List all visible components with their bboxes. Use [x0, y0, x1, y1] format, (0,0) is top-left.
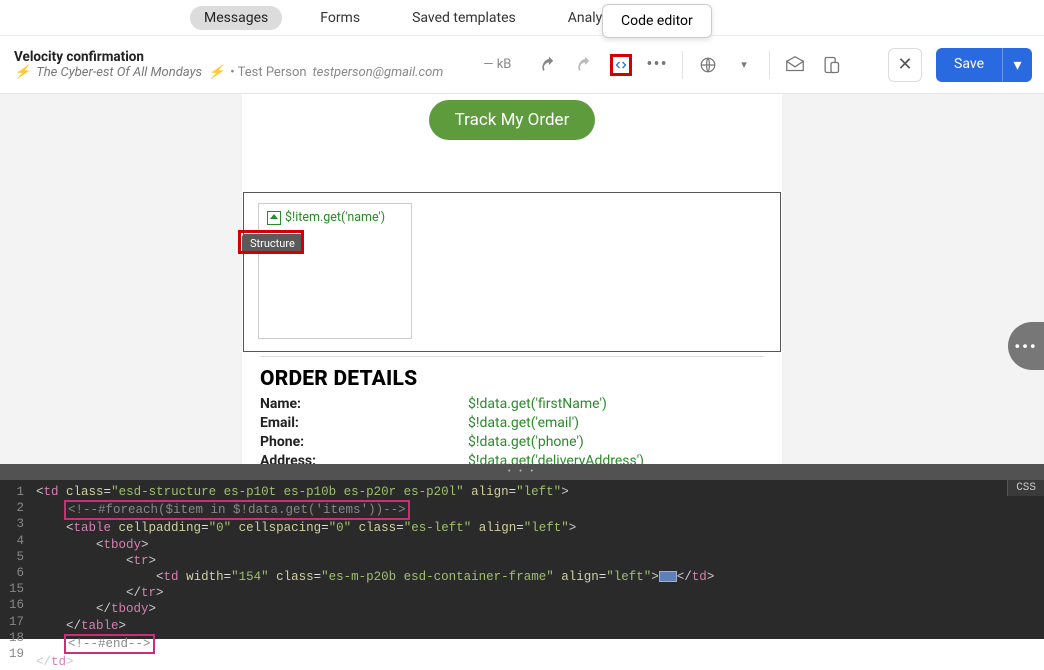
- tab-saved-templates[interactable]: Saved templates: [398, 6, 530, 30]
- language-caret[interactable]: ▾: [733, 54, 755, 76]
- message-title: Velocity confirmation: [14, 49, 443, 65]
- language-button[interactable]: [697, 54, 719, 76]
- code-editor[interactable]: CSS 1234561516171819 <td class="esd-stru…: [0, 480, 1044, 639]
- item-placeholder-box[interactable]: $!item.get('name'): [258, 203, 412, 339]
- lightning-icon: ⚡: [14, 65, 30, 80]
- order-detail-value: $!data.get('email'): [468, 414, 579, 433]
- order-detail-label: Email:: [260, 414, 468, 433]
- email-canvas[interactable]: Track My Order $!item.get('name') ORDER …: [242, 94, 782, 464]
- save-caret[interactable]: ▾: [1002, 48, 1032, 82]
- structure-highlight: [238, 230, 304, 254]
- order-detail-label: Address:: [260, 452, 468, 464]
- order-detail-row: Phone:$!data.get('phone'): [260, 433, 764, 452]
- panel-splitter[interactable]: • • •: [0, 464, 1044, 480]
- css-tab[interactable]: CSS: [1007, 480, 1044, 496]
- track-order-button[interactable]: Track My Order: [429, 100, 596, 140]
- code-editor-button[interactable]: [610, 54, 632, 76]
- test-person-email: testperson@gmail.com: [313, 65, 444, 80]
- toolbar: ••• ▾ ✕ Save ▾: [538, 48, 1032, 82]
- preview-devices-button[interactable]: [820, 54, 842, 76]
- close-button[interactable]: ✕: [888, 48, 922, 82]
- order-detail-row: Address:$!data.get('deliveryAddress'): [260, 452, 764, 464]
- structure-block[interactable]: $!item.get('name'): [243, 192, 781, 352]
- code-gutter: 1234561516171819: [0, 480, 30, 639]
- broken-image-icon: [267, 211, 281, 225]
- order-details-block[interactable]: ORDER DETAILS Name:$!data.get('firstName…: [242, 352, 782, 464]
- redo-button[interactable]: [574, 54, 596, 76]
- header-bar: Velocity confirmation ⚡ The Cyber-est Of…: [0, 36, 1044, 94]
- side-fab[interactable]: •••: [1008, 322, 1044, 370]
- test-person-label: • Test Person: [230, 65, 306, 80]
- code-lines[interactable]: <td class="esd-structure es-p10t es-p10b…: [30, 480, 714, 639]
- tab-messages[interactable]: Messages: [190, 6, 282, 30]
- test-button[interactable]: [784, 54, 806, 76]
- save-button[interactable]: Save: [936, 48, 1002, 82]
- order-detail-value: $!data.get('firstName'): [468, 395, 607, 414]
- item-placeholder-text: $!item.get('name'): [285, 210, 385, 225]
- order-detail-value: $!data.get('phone'): [468, 433, 584, 452]
- order-detail-value: $!data.get('deliveryAddress'): [468, 452, 644, 464]
- top-nav: Messages Forms Saved templates Analytics: [0, 0, 1044, 36]
- order-detail-row: Email:$!data.get('email'): [260, 414, 764, 433]
- more-button[interactable]: •••: [646, 54, 668, 76]
- lightning-icon: ⚡: [208, 65, 224, 80]
- size-indicator: — kB: [483, 57, 511, 72]
- undo-button[interactable]: [538, 54, 560, 76]
- order-detail-row: Name:$!data.get('firstName'): [260, 395, 764, 414]
- code-editor-tooltip: Code editor: [602, 4, 712, 38]
- order-detail-label: Phone:: [260, 433, 468, 452]
- tab-forms[interactable]: Forms: [306, 6, 374, 30]
- order-details-heading: ORDER DETAILS: [260, 367, 764, 391]
- message-subject: The Cyber-est Of All Mondays: [36, 65, 202, 80]
- order-detail-label: Name:: [260, 395, 468, 414]
- email-canvas-area[interactable]: Track My Order $!item.get('name') ORDER …: [0, 94, 1044, 464]
